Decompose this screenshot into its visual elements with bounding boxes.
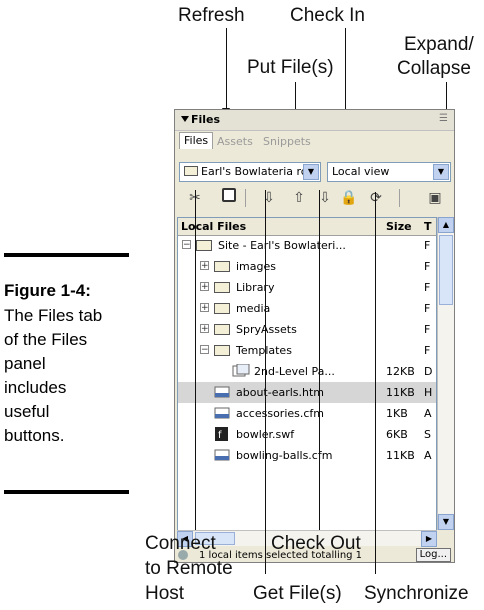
expand-toggle-icon[interactable]: + <box>200 303 209 313</box>
caption-top-rule <box>4 253 129 257</box>
put-files-button[interactable]: ⇧ <box>289 188 309 208</box>
refresh-callout: Refresh <box>178 5 245 26</box>
connect-callout-line1: Connect <box>145 533 216 554</box>
caption-line-3: panel <box>4 354 46 373</box>
scroll-up-icon[interactable]: ▲ <box>438 217 454 233</box>
folder-icon <box>214 324 230 335</box>
tab-assets[interactable]: Assets <box>213 134 257 151</box>
figure-label: Figure 1-4: <box>4 281 91 300</box>
list-item[interactable]: + Library F <box>178 277 436 298</box>
check-out-button[interactable]: ⇩ <box>315 188 335 208</box>
get-files-button[interactable]: ⇩ <box>259 188 279 208</box>
synchronize-callout: Synchronize <box>364 583 469 604</box>
expand-collapse-button[interactable]: ▣ <box>425 188 445 208</box>
caption-line-2: of the Files <box>4 330 88 349</box>
check-out-callout: Check Out <box>271 533 361 554</box>
list-item[interactable]: 2nd-Level Pa... 12KB D <box>178 361 436 382</box>
list-item[interactable]: − Site - Earl's Bowlateri... F <box>178 235 436 256</box>
list-item[interactable]: about-earls.htm 11KB H <box>178 382 436 403</box>
cfm-file-icon <box>214 407 230 419</box>
site-select[interactable]: Earl's Bowlateria rc ▼ <box>179 162 321 182</box>
scroll-thumb[interactable] <box>439 235 453 305</box>
refresh-leader <box>226 28 227 112</box>
file-list: Local Files Size T − Site - Earl's Bowla… <box>177 217 437 546</box>
caption-line-5: useful <box>4 402 50 421</box>
expand-toggle-icon[interactable]: + <box>200 282 209 292</box>
panel-options-icon[interactable]: ☰ <box>439 113 448 124</box>
list-item[interactable]: + images F <box>178 256 436 277</box>
collapse-toggle-icon[interactable]: − <box>200 345 209 355</box>
size-column[interactable]: Size <box>386 220 412 233</box>
caption-bottom-rule <box>4 490 129 494</box>
list-item[interactable]: + media F <box>178 298 436 319</box>
files-panel: Files ☰ Files Assets Snippets Earl's Bow… <box>174 109 455 563</box>
template-file-icon <box>232 364 250 377</box>
toolbar-separator <box>245 189 246 207</box>
file-list-header: Local Files Size T <box>178 218 436 236</box>
get-files-leader <box>265 190 266 574</box>
synchronize-leader <box>375 192 376 574</box>
expand-toggle-icon[interactable]: + <box>200 261 209 271</box>
get-files-callout: Get File(s) <box>253 583 342 604</box>
put-files-callout: Put File(s) <box>247 57 334 78</box>
expand-toggle-icon[interactable]: + <box>200 324 209 334</box>
panel-header[interactable]: Files ☰ <box>175 110 454 131</box>
list-item[interactable]: f bowler.swf 6KB S <box>178 424 436 445</box>
tab-files[interactable]: Files <box>179 132 214 149</box>
refresh-button[interactable] <box>219 188 239 208</box>
local-files-column[interactable]: Local Files <box>181 220 246 233</box>
toolbar-separator <box>399 189 400 207</box>
view-select[interactable]: Local view ▼ <box>327 162 451 182</box>
type-column[interactable]: T <box>424 220 432 233</box>
expand-collapse-callout-line1: Expand/ <box>404 34 474 55</box>
folder-icon <box>214 261 230 272</box>
scroll-down-icon[interactable]: ▼ <box>438 514 454 530</box>
caption-line-1: The Files tab <box>4 306 103 325</box>
synchronize-button[interactable]: ⟳ <box>366 188 386 208</box>
list-item[interactable]: accessories.cfm 1KB A <box>178 403 436 424</box>
check-out-leader <box>319 190 320 530</box>
files-toolbar: ✂ ⇩ ⇧ ⇩ 🔒 ⟳ ▣ <box>179 186 450 210</box>
expand-collapse-callout-line2: Collapse <box>397 58 471 79</box>
panel-title: Files <box>191 113 221 126</box>
site-folder-icon <box>184 166 198 176</box>
folder-icon <box>214 303 230 314</box>
view-select-value: Local view <box>332 165 390 178</box>
collapse-triangle-icon[interactable] <box>181 116 189 122</box>
caption-line-6: buttons. <box>4 426 65 445</box>
check-in-button[interactable]: 🔒 <box>339 188 359 208</box>
html-file-icon <box>214 386 230 398</box>
site-select-value: Earl's Bowlateria rc <box>201 165 307 178</box>
connect-callout-line3: Host <box>145 583 185 604</box>
flash-file-icon: f <box>215 427 228 441</box>
site-dropdown-arrow-icon[interactable]: ▼ <box>303 164 319 180</box>
log-button[interactable]: Log... <box>415 548 451 562</box>
tab-snippets[interactable]: Snippets <box>259 134 315 151</box>
list-item[interactable]: + SpryAssets F <box>178 319 436 340</box>
vertical-scrollbar[interactable]: ▲ ▼ <box>437 217 454 530</box>
caption-line-4: includes <box>4 378 67 397</box>
folder-icon <box>214 345 230 356</box>
collapse-toggle-icon[interactable]: − <box>182 240 191 250</box>
folder-icon <box>214 282 230 293</box>
svg-text:f: f <box>218 430 222 441</box>
connect-callout-line2: to Remote <box>145 558 233 579</box>
scroll-right-icon[interactable]: ▶ <box>421 531 437 547</box>
check-in-callout: Check In <box>290 5 365 26</box>
list-item[interactable]: − Templates F <box>178 340 436 361</box>
cfm-file-icon <box>214 449 230 461</box>
view-dropdown-arrow-icon[interactable]: ▼ <box>433 164 449 180</box>
panel-tabs: Files Assets Snippets <box>175 130 454 150</box>
folder-icon <box>196 240 212 251</box>
connect-leader <box>195 190 196 530</box>
list-item[interactable]: bowling-balls.cfm 11KB A <box>178 445 436 466</box>
